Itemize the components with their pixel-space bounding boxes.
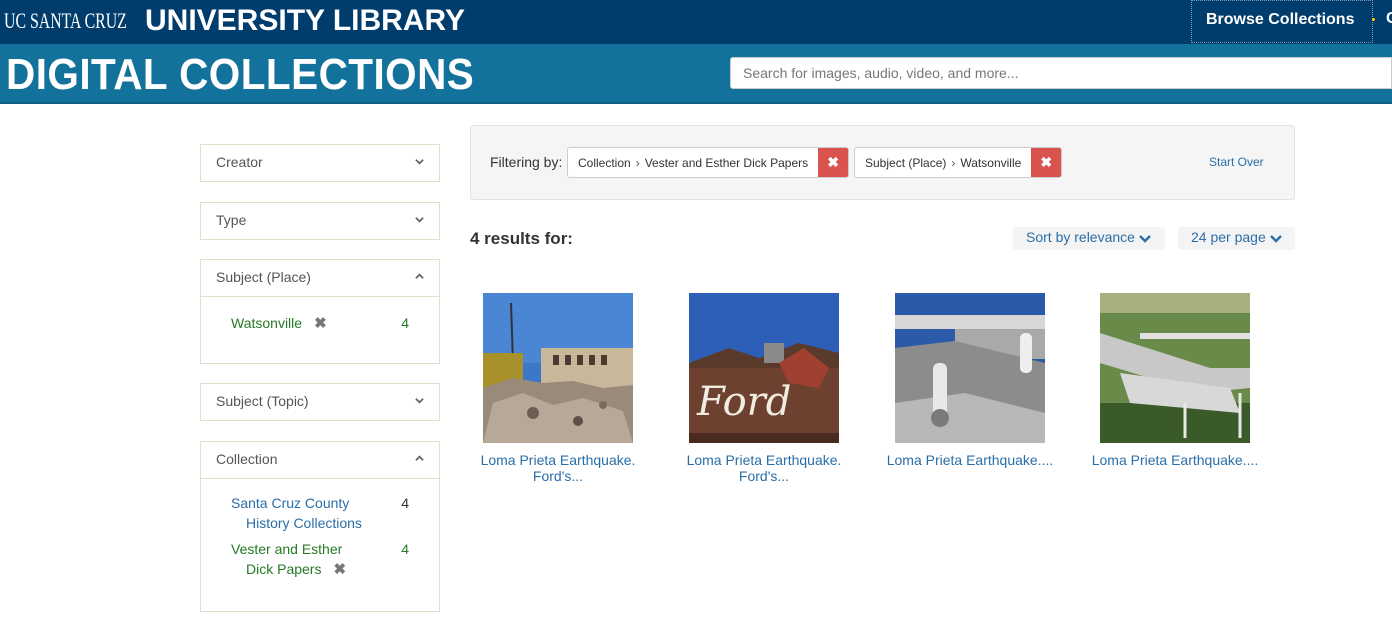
facet-item-text: Vester and Esther Dick Papers	[231, 541, 343, 577]
filtering-by-label: Filtering by:	[490, 154, 563, 170]
nav-separator-dot	[1372, 18, 1375, 21]
facet-subject-place-label: Subject (Place)	[216, 269, 311, 285]
result-title-link[interactable]: Loma Prieta Earthquake....	[1090, 452, 1260, 468]
result-card: Loma Prieta Earthquake....	[1090, 293, 1260, 468]
facet-subject-topic-label: Subject (Topic)	[216, 393, 309, 409]
uc-santa-cruz-logo[interactable]: UC SANTA CRUZ	[4, 8, 127, 34]
result-card: Ford Loma Prieta Earthquake. Ford's...	[679, 293, 849, 484]
filter-chip-text: Collection › Vester and Esther Dick Papers	[568, 148, 818, 177]
banner: DIGITAL COLLECTIONS	[0, 44, 1392, 104]
results-count: 4 results for:	[470, 229, 573, 248]
facet-collection-toggle[interactable]: Collection	[201, 442, 439, 478]
per-page-dropdown[interactable]: 24 per page	[1178, 227, 1295, 250]
sort-dropdown[interactable]: Sort by relevance	[1013, 227, 1165, 250]
result-card: Loma Prieta Earthquake. Ford's...	[473, 293, 643, 484]
facet-type-label: Type	[216, 212, 247, 228]
filter-chip-collection: Collection › Vester and Esther Dick Papers…	[567, 147, 850, 178]
chevron-down-icon	[415, 159, 424, 165]
result-card: Loma Prieta Earthquake....	[885, 293, 1055, 468]
facet-item-count: 4	[401, 315, 409, 331]
remove-filter-icon[interactable]: ✖	[314, 314, 327, 334]
filter-value: Watsonville	[960, 156, 1022, 170]
svg-text:Ford: Ford	[696, 379, 791, 425]
digital-collections-title[interactable]: DIGITAL COLLECTIONS	[6, 50, 474, 100]
sort-label: Sort by relevance	[1026, 229, 1135, 245]
facet-item-link[interactable]: Santa Cruz County History Collections	[216, 493, 366, 533]
chevron-up-icon	[415, 273, 424, 279]
facet-subject-place: Subject (Place) Watsonville ✖ 4	[200, 259, 440, 364]
facet-creator-toggle[interactable]: Creator	[201, 145, 439, 181]
chevron-right-icon: ›	[635, 156, 640, 170]
chevron-down-icon	[1269, 234, 1282, 243]
filter-value: Vester and Esther Dick Papers	[644, 156, 809, 170]
chevron-up-icon	[415, 455, 424, 461]
result-thumbnail[interactable]	[483, 293, 633, 443]
facet-creator-label: Creator	[216, 154, 263, 170]
facet-type-toggle[interactable]: Type	[201, 203, 439, 239]
top-bar: UC SANTA CRUZ UNIVERSITY LIBRARY Browse …	[0, 0, 1392, 44]
active-filters-bar: Filtering by: Collection › Vester and Esth…	[470, 125, 1295, 200]
result-thumbnail[interactable]	[895, 293, 1045, 443]
chevron-down-icon	[415, 217, 424, 223]
per-page-label: 24 per page	[1191, 229, 1266, 245]
facet-creator: Creator	[200, 144, 440, 182]
facet-subject-place-body: Watsonville ✖ 4	[201, 296, 439, 334]
nav-item-truncated[interactable]: C	[1386, 10, 1392, 28]
facet-item-label: Vester and Esther Dick Papers ✖	[216, 539, 371, 580]
university-library-title[interactable]: UNIVERSITY LIBRARY	[145, 4, 465, 38]
facet-item-label: Watsonville ✖	[216, 313, 386, 334]
filter-chip-subject-place: Subject (Place) › Watsonville ✖	[854, 147, 1063, 178]
facet-collection: Collection Santa Cruz County History Col…	[200, 441, 440, 612]
facet-item-santa-cruz-county: Santa Cruz County History Collections 4	[201, 493, 439, 533]
facet-collection-body: Santa Cruz County History Collections 4 …	[201, 478, 439, 580]
facet-item-watsonville: Watsonville ✖ 4	[201, 313, 439, 334]
facet-subject-place-toggle[interactable]: Subject (Place)	[201, 260, 439, 296]
result-thumbnail[interactable]: Ford	[689, 293, 839, 443]
facet-subject-topic-toggle[interactable]: Subject (Topic)	[201, 384, 439, 420]
result-thumbnail[interactable]	[1100, 293, 1250, 443]
facet-collection-label: Collection	[216, 451, 278, 467]
remove-filter-icon[interactable]: ✖	[333, 560, 346, 580]
start-over-link[interactable]: Start Over	[1209, 155, 1264, 169]
filter-field: Collection	[578, 156, 631, 170]
result-title-link[interactable]: Loma Prieta Earthquake. Ford's...	[679, 452, 849, 484]
browse-collections-button[interactable]: Browse Collections	[1191, 0, 1373, 43]
chevron-right-icon: ›	[951, 156, 956, 170]
facet-subject-topic: Subject (Topic)	[200, 383, 440, 421]
result-title-link[interactable]: Loma Prieta Earthquake....	[885, 452, 1055, 468]
facet-item-count: 4	[401, 541, 409, 557]
result-title-link[interactable]: Loma Prieta Earthquake. Ford's...	[473, 452, 643, 484]
facet-type: Type	[200, 202, 440, 240]
search-input[interactable]	[730, 57, 1392, 89]
facet-item-count: 4	[401, 495, 409, 511]
facet-item-text: Watsonville	[231, 315, 303, 331]
filter-field: Subject (Place)	[865, 156, 947, 170]
remove-filter-button[interactable]: ✖	[818, 148, 849, 177]
filter-chip-text: Subject (Place) › Watsonville	[855, 148, 1031, 177]
chevron-down-icon	[1139, 234, 1151, 243]
remove-filter-button[interactable]: ✖	[1031, 148, 1062, 177]
chevron-down-icon	[415, 398, 424, 404]
facet-item-vester-esther: Vester and Esther Dick Papers ✖ 4	[201, 539, 439, 580]
